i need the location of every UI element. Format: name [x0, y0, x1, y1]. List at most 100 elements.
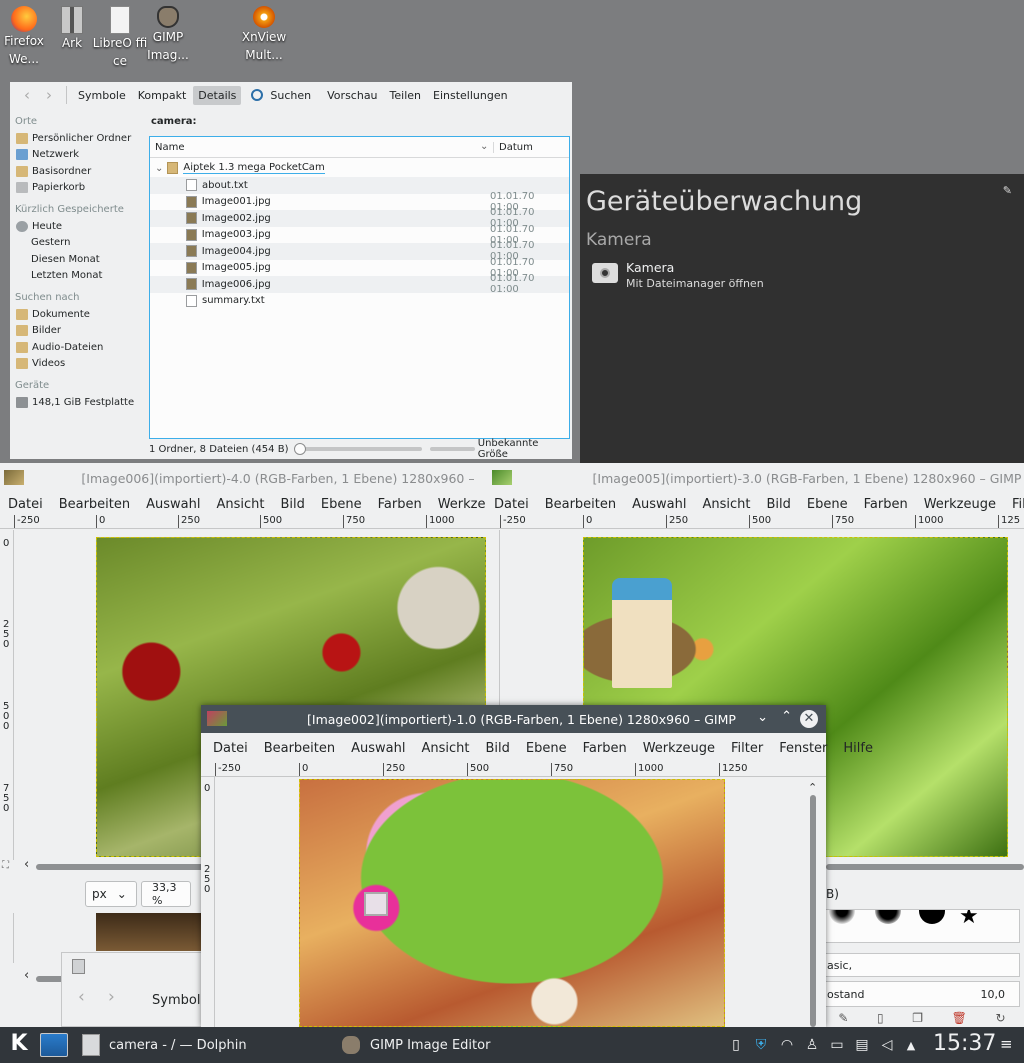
- settings-button[interactable]: Einstellungen: [428, 86, 513, 105]
- document-icon: [110, 6, 130, 34]
- menu-item[interactable]: Ebene: [313, 497, 370, 512]
- column-date[interactable]: Datum: [494, 142, 533, 153]
- places-item-network[interactable]: Netzwerk: [10, 147, 145, 164]
- search-button[interactable]: Suchen: [265, 86, 316, 105]
- spacing-field[interactable]: ostand 10,0: [824, 981, 1020, 1007]
- preview-button[interactable]: Vorschau: [322, 86, 382, 105]
- menu-item[interactable]: Datei: [486, 497, 537, 512]
- edit-brush-icon[interactable]: ✎: [838, 1011, 848, 1027]
- delete-brush-icon[interactable]: 🗑: [952, 1011, 967, 1027]
- scroll-left-icon[interactable]: ‹: [24, 857, 29, 872]
- clipboard-icon[interactable]: ▤: [850, 1037, 874, 1053]
- usb-device-icon[interactable]: ▯: [724, 1037, 748, 1053]
- view-details-button[interactable]: Details: [193, 85, 242, 105]
- menu-item[interactable]: Ansicht: [208, 497, 272, 512]
- menu-item[interactable]: Bild: [273, 497, 313, 512]
- pin-icon[interactable]: ✎: [1003, 184, 1012, 197]
- menu-item[interactable]: Bearbeiten: [256, 741, 343, 756]
- folder-row[interactable]: ⌄ Aiptek 1.3 mega PocketCam: [150, 160, 569, 177]
- menu-item[interactable]: Bild: [759, 497, 799, 512]
- zoom-slider-handle[interactable]: [294, 443, 307, 455]
- search-item-images[interactable]: Bilder: [10, 323, 145, 340]
- menu-item[interactable]: Farben: [370, 497, 430, 512]
- view-icons-button[interactable]: Symbole: [73, 86, 131, 105]
- scroll-up-icon[interactable]: ⌃: [808, 781, 817, 794]
- view-icons-button[interactable]: Symbole: [152, 993, 208, 1008]
- search-item-videos[interactable]: Videos: [10, 356, 145, 373]
- clock[interactable]: 15:37: [933, 1031, 996, 1056]
- menu-item[interactable]: Auswahl: [624, 497, 694, 512]
- recent-item-this-month[interactable]: Diesen Monat: [10, 251, 145, 268]
- brush-preset-field[interactable]: asic,: [824, 953, 1020, 977]
- device-entry[interactable]: Kamera Mit Dateimanager öffnen: [592, 260, 764, 290]
- unit-select[interactable]: px ⌄: [85, 881, 137, 907]
- new-brush-icon[interactable]: ▯: [877, 1011, 884, 1027]
- minimize-icon[interactable]: ⌄: [757, 710, 768, 725]
- menu-item[interactable]: Ebene: [518, 741, 575, 756]
- canvas-image[interactable]: [299, 779, 725, 1027]
- menu-item[interactable]: Auswahl: [138, 497, 208, 512]
- menu-item[interactable]: Filter: [1004, 497, 1024, 512]
- kde-launcher-icon[interactable]: K: [6, 1031, 32, 1059]
- menu-item[interactable]: Bearbeiten: [51, 497, 138, 512]
- duplicate-brush-icon[interactable]: ❐: [912, 1011, 923, 1027]
- zoom-slider[interactable]: [294, 443, 422, 455]
- recent-item-yesterday[interactable]: Gestern: [10, 235, 145, 252]
- location-bar[interactable]: camera:: [151, 116, 197, 127]
- wifi-icon[interactable]: ◠: [774, 1037, 800, 1053]
- tray-expand-icon[interactable]: ▲: [900, 1039, 922, 1052]
- menu-item[interactable]: Fenster: [771, 741, 835, 756]
- back-icon[interactable]: ‹: [78, 987, 85, 1007]
- file-row[interactable]: summary.txt: [150, 293, 569, 310]
- task-dolphin[interactable]: camera - / — Dolphin: [78, 1029, 330, 1061]
- desktop-icon-xnview[interactable]: XnView Mult...: [236, 4, 292, 64]
- task-gimp[interactable]: GIMP Image Editor: [338, 1029, 538, 1061]
- menu-item[interactable]: Farben: [575, 741, 635, 756]
- column-name[interactable]: Name: [150, 141, 494, 153]
- recent-item-today[interactable]: Heute: [10, 218, 145, 235]
- view-compact-button[interactable]: Kompakt: [133, 86, 192, 105]
- desktop-icon-gimp[interactable]: GIMP Imag...: [140, 4, 196, 64]
- search-item-documents[interactable]: Dokumente: [10, 306, 145, 323]
- menu-item[interactable]: Ebene: [799, 497, 856, 512]
- battery-icon[interactable]: ▭: [824, 1037, 850, 1053]
- menu-item[interactable]: Farben: [856, 497, 916, 512]
- places-item-home[interactable]: Persönlicher Ordner: [10, 130, 145, 147]
- menu-item[interactable]: Auswahl: [343, 741, 413, 756]
- file-list-header: Name Datum ⌄: [150, 137, 569, 158]
- menu-item[interactable]: Datei: [0, 497, 51, 512]
- share-button[interactable]: Teilen: [385, 86, 426, 105]
- menu-item[interactable]: Bearbeiten: [537, 497, 624, 512]
- back-icon[interactable]: ‹: [16, 86, 38, 104]
- brush-grid[interactable]: ★: [824, 909, 1020, 943]
- file-row[interactable]: Image006.jpg 01.01.70 01:00: [150, 273, 569, 295]
- device-action: Mit Dateimanager öffnen: [626, 277, 764, 290]
- menu-icon[interactable]: ≡: [1000, 1035, 1013, 1053]
- update-shield-icon[interactable]: ⛨: [748, 1037, 774, 1053]
- menu-item[interactable]: Ansicht: [694, 497, 758, 512]
- recent-item-last-month[interactable]: Letzten Monat: [10, 268, 145, 285]
- forward-icon[interactable]: ›: [38, 86, 60, 104]
- menu-item[interactable]: Filter: [723, 741, 771, 756]
- show-desktop-icon[interactable]: [40, 1033, 68, 1057]
- menu-item[interactable]: Bild: [478, 741, 518, 756]
- user-icon[interactable]: ♙: [800, 1037, 824, 1053]
- maximize-icon[interactable]: ⌃: [781, 709, 792, 724]
- volume-icon[interactable]: ◁: [874, 1037, 900, 1053]
- vertical-scrollbar[interactable]: [810, 795, 816, 1027]
- device-item-harddisk[interactable]: 148,1 GiB Festplatte: [10, 394, 145, 411]
- places-item-trash[interactable]: Papierkorb: [10, 180, 145, 197]
- menu-item[interactable]: Werkzeuge: [635, 741, 723, 756]
- scroll-left-icon-lower[interactable]: ‹: [24, 968, 29, 983]
- menu-item[interactable]: Hilfe: [835, 741, 881, 756]
- menu-item[interactable]: Werkzeuge: [916, 497, 1004, 512]
- refresh-icon[interactable]: ↻: [996, 1011, 1006, 1027]
- horizontal-scrollbar[interactable]: [826, 864, 1024, 870]
- places-item-root[interactable]: Basisordner: [10, 163, 145, 180]
- menu-item[interactable]: Ansicht: [413, 741, 477, 756]
- menu-item[interactable]: Datei: [205, 741, 256, 756]
- close-icon[interactable]: ✕: [800, 710, 818, 728]
- zoom-field[interactable]: 33,3 %: [141, 881, 191, 907]
- forward-icon[interactable]: ›: [108, 987, 115, 1007]
- search-item-audio[interactable]: Audio-Dateien: [10, 339, 145, 356]
